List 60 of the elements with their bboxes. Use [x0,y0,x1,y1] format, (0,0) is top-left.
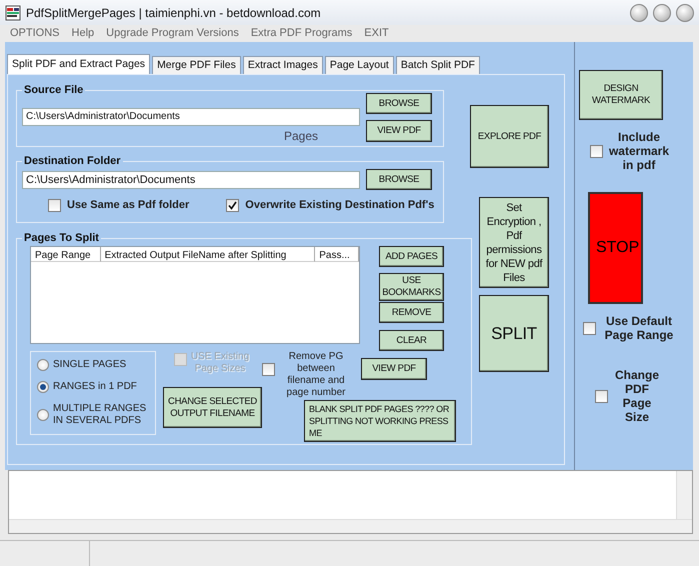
tab[interactable]: Split PDF and Extract Pages [7,54,150,74]
close-button[interactable] [676,4,694,22]
radio-label: SINGLE PAGES [53,359,128,371]
group-title: Pages To Split [22,232,101,245]
horizontal-scrollbar[interactable] [9,519,692,533]
checkbox-label: Change PDF Page Size [614,368,660,424]
radio-button[interactable] [37,381,49,393]
explore-pdf-button[interactable]: EXPLORE PDF [470,105,549,168]
tab[interactable]: Extract Images [242,56,323,74]
checkbox[interactable] [226,198,240,212]
radio-label: RANGES in 1 PDF [53,381,138,393]
browse-button[interactable]: BROWSE [366,93,432,114]
add-pages-button[interactable]: ADD PAGES [379,246,444,267]
menu-item[interactable]: Help [72,25,94,42]
pages-label: Pages [284,128,318,145]
tab[interactable]: Page Layout [324,56,394,74]
clear-button[interactable]: CLEAR [379,330,444,351]
radio-label: MULTIPLE RANGES IN SEVERAL PDFS [53,403,148,427]
log-box[interactable] [8,470,693,534]
use-bookmarks-button[interactable]: USE BOOKMARKS [379,273,444,301]
design-watermark-button[interactable]: DESIGN WATERMARK [579,70,663,120]
maximize-button[interactable] [653,4,671,22]
encryption-button[interactable]: Set Encryption , Pdf permissions for NEW pdf Files [479,197,549,288]
browse-button[interactable]: BROWSE [366,169,432,190]
remove-button[interactable]: REMOVE [379,302,444,323]
checkbox-label: Overwrite Existing Destination Pdf's [245,198,434,213]
checkbox[interactable] [48,198,61,212]
checkbox-label: Use Same as Pdf folder [67,198,190,213]
checkbox-label: USE Existing Page Sizes [190,351,250,375]
menu-item[interactable]: Extra PDF Programs [250,25,352,42]
stop-button[interactable]: STOP [588,192,643,304]
vertical-scrollbar[interactable] [676,471,692,519]
radio-button[interactable] [37,409,49,421]
column-header[interactable]: Extracted Output FileName after Splitting [100,247,316,262]
change-filename-button[interactable]: CHANGE SELECTED OUTPUT FILENAME [163,387,262,428]
checkbox-label: Use Default Page Range [604,314,674,342]
split-button[interactable]: SPLIT [479,295,549,372]
checkbox[interactable] [595,390,608,402]
column-header[interactable]: Pass... [315,247,359,262]
checkbox[interactable] [590,144,603,158]
checkbox-label: Include watermark in pdf [608,130,670,172]
checkbox-label: Remove PG between filename and page number [286,351,346,399]
radio-button[interactable] [37,359,49,371]
checkbox[interactable] [583,322,596,334]
app-icon [5,4,21,20]
help-button[interactable]: BLANK SPLIT PDF PAGES ???? OR SPLITTING NOT WORKING PRESS ME [304,400,456,442]
menu-item[interactable]: OPTIONS [10,25,60,42]
minimize-button[interactable] [630,4,648,22]
menu-item[interactable]: Upgrade Program Versions [106,25,239,42]
checkbox[interactable] [262,363,275,376]
path-field[interactable]: C:\Users\Administrator\Documents [22,108,360,126]
view-pdf-button[interactable]: VIEW PDF [361,358,427,380]
window-title: PdfSplitMergePages | taimienphi.vn - betdownload.com [26,4,321,22]
column-header[interactable]: Page Range [31,247,101,262]
tab[interactable]: Batch Split PDF [396,56,480,74]
view-pdf-button[interactable]: VIEW PDF [366,120,432,142]
menu-item[interactable]: EXIT [364,25,389,42]
list-view[interactable]: Page Range Extracted Output FileName after Splitting Pass... [30,246,360,344]
tab[interactable]: Merge PDF Files [152,56,241,74]
path-field[interactable]: C:\Users\Administrator\Documents [22,170,360,188]
